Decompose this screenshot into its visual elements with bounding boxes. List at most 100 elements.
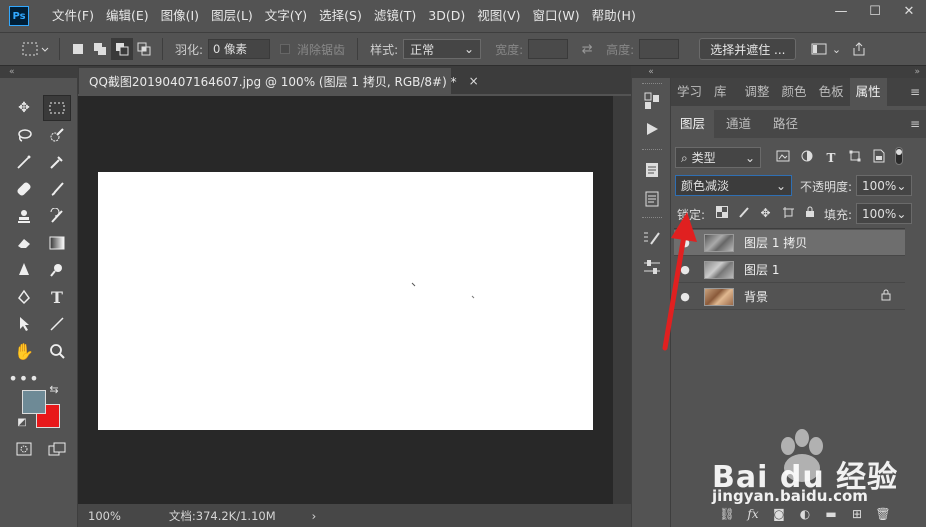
history-panel-icon[interactable] bbox=[640, 90, 664, 112]
style-select[interactable]: 正常 ⌄ bbox=[403, 39, 482, 59]
shape-filter-icon[interactable] bbox=[846, 150, 864, 165]
quick-selection-tool-icon[interactable] bbox=[43, 122, 71, 148]
gradient-tool-icon[interactable] bbox=[43, 230, 71, 256]
zoom-tool-icon[interactable] bbox=[43, 338, 71, 364]
maximize-button[interactable]: ☐ bbox=[858, 0, 892, 22]
move-tool-icon[interactable]: ✥ bbox=[10, 95, 38, 121]
add-selection-icon[interactable] bbox=[89, 38, 111, 60]
notes-panel-icon[interactable] bbox=[640, 188, 664, 210]
layer-row[interactable]: ● 图层 1 拷贝 bbox=[674, 230, 905, 256]
rect-marquee-tool-icon[interactable] bbox=[43, 95, 71, 121]
antialias-checkbox[interactable] bbox=[278, 38, 292, 60]
layer-name[interactable]: 图层 1 bbox=[744, 261, 779, 278]
crop-tool-icon[interactable] bbox=[10, 149, 38, 175]
menu-file[interactable]: 文件(F) bbox=[46, 0, 100, 32]
tab-learn[interactable]: 学习 bbox=[671, 78, 708, 106]
close-tab-icon[interactable]: × bbox=[469, 74, 479, 88]
menu-type[interactable]: 文字(Y) bbox=[259, 0, 313, 32]
layer-filter-select[interactable]: ⌕ 类型 ⌄ bbox=[675, 147, 761, 168]
zoom-level[interactable]: 100% bbox=[88, 509, 121, 523]
type-tool-icon[interactable]: T bbox=[43, 284, 71, 310]
status-arrow-icon[interactable]: › bbox=[312, 509, 317, 523]
workspace-icon[interactable] bbox=[808, 38, 830, 60]
subtract-selection-icon[interactable] bbox=[111, 38, 133, 60]
smart-object-filter-icon[interactable] bbox=[870, 149, 888, 166]
swap-icon[interactable]: ⇄ bbox=[576, 38, 598, 60]
actions-play-icon[interactable] bbox=[640, 118, 664, 140]
panel-grip[interactable] bbox=[642, 149, 662, 152]
workspace-chevron-icon[interactable]: ⌄ bbox=[830, 38, 842, 60]
lock-all-icon[interactable] bbox=[801, 206, 818, 221]
filter-toggle[interactable] bbox=[894, 147, 904, 168]
eraser-tool-icon[interactable] bbox=[10, 230, 38, 256]
mini-collapse-icon[interactable]: « bbox=[632, 66, 670, 78]
swap-colors-icon[interactable]: ⇆ bbox=[46, 381, 62, 397]
blur-tool-icon[interactable] bbox=[10, 257, 38, 283]
path-selection-tool-icon[interactable] bbox=[10, 311, 38, 337]
tab-channels[interactable]: 通道 bbox=[714, 110, 763, 138]
healing-brush-tool-icon[interactable] bbox=[10, 176, 38, 202]
panel-menu-icon[interactable]: ≡ bbox=[910, 85, 920, 99]
width-input[interactable] bbox=[528, 39, 569, 59]
height-input[interactable] bbox=[639, 39, 680, 59]
menu-help[interactable]: 帮助(H) bbox=[586, 0, 642, 32]
document-tab[interactable]: QQ截图20190407164607.jpg @ 100% (图层 1 拷贝, … bbox=[79, 68, 479, 94]
feather-input[interactable]: 0 像素 bbox=[208, 39, 271, 59]
marquee-preset-icon[interactable] bbox=[20, 38, 52, 60]
lasso-tool-icon[interactable] bbox=[10, 122, 38, 148]
image-canvas[interactable] bbox=[98, 172, 593, 430]
clone-stamp-tool-icon[interactable] bbox=[10, 203, 38, 229]
share-icon[interactable] bbox=[848, 38, 870, 60]
pixel-filter-icon[interactable] bbox=[774, 150, 792, 165]
intersect-selection-icon[interactable] bbox=[133, 38, 155, 60]
menu-edit[interactable]: 编辑(E) bbox=[100, 0, 155, 32]
minimize-button[interactable]: — bbox=[824, 0, 858, 22]
menu-3d[interactable]: 3D(D) bbox=[422, 0, 471, 32]
brush-tool-icon[interactable] bbox=[43, 176, 71, 202]
dodge-tool-icon[interactable] bbox=[43, 257, 71, 283]
layer-row[interactable]: ● 背景 bbox=[674, 284, 905, 310]
menu-view[interactable]: 视图(V) bbox=[471, 0, 526, 32]
opacity-input[interactable]: 100% ⌄ bbox=[856, 175, 912, 196]
pen-tool-icon[interactable] bbox=[10, 284, 38, 310]
menu-select[interactable]: 选择(S) bbox=[313, 0, 368, 32]
tab-paths[interactable]: 路径 bbox=[763, 110, 808, 138]
lock-position-icon[interactable]: ✥ bbox=[757, 206, 774, 220]
menu-window[interactable]: 窗口(W) bbox=[527, 0, 586, 32]
screen-mode-icon[interactable] bbox=[43, 436, 71, 462]
adjustment-filter-icon[interactable] bbox=[798, 150, 816, 165]
layers-panel-menu-icon[interactable]: ≡ bbox=[910, 117, 920, 131]
quick-mask-icon[interactable] bbox=[10, 436, 38, 462]
lock-transparent-icon[interactable] bbox=[713, 205, 730, 221]
tab-swatches[interactable]: 色板 bbox=[813, 78, 850, 106]
blend-mode-select[interactable]: 颜色减淡 ⌄ bbox=[675, 175, 792, 196]
default-colors-icon[interactable]: ◩ bbox=[14, 414, 30, 430]
menu-image[interactable]: 图像(I) bbox=[155, 0, 205, 32]
select-and-mask-button[interactable]: 选择并遮住 ... bbox=[699, 38, 797, 60]
layer-row[interactable]: ● 图层 1 bbox=[674, 257, 905, 283]
close-button[interactable]: ✕ bbox=[892, 0, 926, 22]
line-tool-icon[interactable] bbox=[43, 311, 71, 337]
foreground-color-swatch[interactable] bbox=[22, 390, 46, 414]
fill-input[interactable]: 100% ⌄ bbox=[856, 203, 912, 224]
lock-image-icon[interactable] bbox=[735, 206, 752, 221]
tab-layers[interactable]: 图层 bbox=[671, 110, 715, 138]
layer-name[interactable]: 图层 1 拷贝 bbox=[744, 234, 807, 251]
lock-artboard-icon[interactable] bbox=[779, 206, 796, 221]
properties-panel-icon[interactable] bbox=[640, 159, 664, 181]
history-brush-tool-icon[interactable] bbox=[43, 203, 71, 229]
right-panel-collapse-icon[interactable]: » bbox=[671, 66, 926, 78]
tab-libraries[interactable]: 库 bbox=[708, 78, 733, 106]
new-selection-icon[interactable] bbox=[67, 38, 89, 60]
vertical-scrollbar[interactable] bbox=[613, 96, 631, 504]
menu-filter[interactable]: 滤镜(T) bbox=[368, 0, 422, 32]
tab-color[interactable]: 颜色 bbox=[776, 78, 813, 106]
toolbar-collapse-icon[interactable]: « bbox=[0, 66, 78, 78]
hand-tool-icon[interactable]: ✋ bbox=[10, 338, 38, 364]
eyedropper-tool-icon[interactable] bbox=[43, 149, 71, 175]
tab-adjustments[interactable]: 调整 bbox=[739, 78, 776, 106]
menu-layer[interactable]: 图层(L) bbox=[205, 0, 259, 32]
layer-name[interactable]: 背景 bbox=[744, 288, 768, 305]
type-filter-icon[interactable]: T bbox=[822, 151, 840, 165]
more-tools-icon[interactable]: ••• bbox=[8, 365, 38, 391]
